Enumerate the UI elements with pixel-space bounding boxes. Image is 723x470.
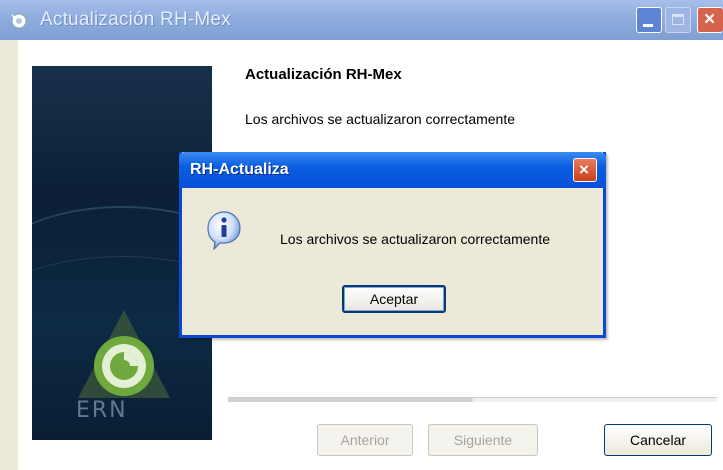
cancel-button[interactable]: Cancelar: [604, 424, 712, 456]
back-button: Anterior: [317, 424, 413, 456]
logo-text: ERN: [76, 398, 128, 423]
wizard-heading: Actualización RH-Mex: [245, 66, 402, 83]
dialog-close-button[interactable]: ×: [573, 158, 597, 182]
maximize-button: [665, 7, 691, 33]
wizard-message: Los archivos se actualizaron correctamen…: [245, 111, 516, 127]
window-title: Actualización RH-Mex: [40, 9, 231, 30]
close-button[interactable]: ×: [697, 7, 723, 33]
info-icon: [207, 211, 241, 250]
message-dialog: RH-Actualiza × Los archivos se actualiza…: [179, 152, 606, 338]
app-icon: [11, 13, 27, 29]
dialog-titlebar[interactable]: RH-Actualiza ×: [179, 152, 606, 188]
close-icon: ×: [579, 160, 589, 179]
next-button: Siguiente: [428, 424, 538, 456]
minimize-button[interactable]: [636, 7, 662, 33]
ok-button[interactable]: Aceptar: [342, 285, 446, 313]
progress-bar: [228, 397, 717, 402]
dialog-message: Los archivos se actualizaron correctamen…: [280, 231, 551, 247]
close-icon: ×: [704, 9, 716, 30]
ern-logo: [78, 310, 170, 398]
window-titlebar[interactable]: Actualización RH-Mex ×: [0, 0, 723, 40]
dialog-title: RH-Actualiza: [190, 161, 289, 178]
